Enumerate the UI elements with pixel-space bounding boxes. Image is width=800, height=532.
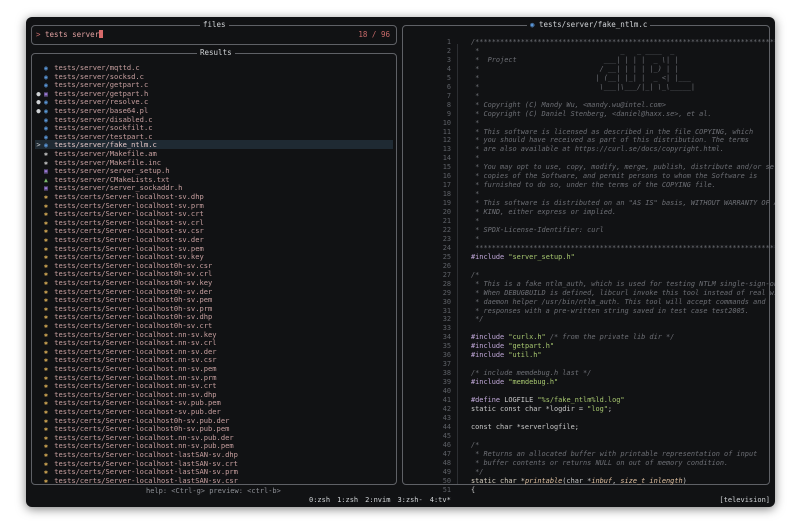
tmux-window-tab[interactable]: 0:zsh bbox=[309, 496, 330, 504]
result-path: tests/certs/Server-localhost-lastSAN-sv.… bbox=[50, 475, 238, 485]
preview-filename: tests/server/fake_ntlm.c bbox=[539, 20, 648, 29]
result-item[interactable]: ✱ tests/certs/Server-localhost-lastSAN-s… bbox=[35, 476, 393, 485]
prompt-symbol: > bbox=[36, 30, 41, 39]
match-count: 18 / 96 bbox=[358, 30, 390, 39]
tmux-window-tab[interactable]: 1:zsh bbox=[337, 496, 358, 504]
search-pane[interactable]: files > tests server 18 / 96 bbox=[31, 20, 397, 45]
tmux-window-tab[interactable]: 4:tv* bbox=[430, 496, 451, 504]
preview-pane: ◉ tests/server/fake_ntlm.c 1/***********… bbox=[402, 20, 775, 494]
c-file-icon: ◉ bbox=[530, 20, 535, 29]
search-input[interactable]: tests server bbox=[45, 30, 99, 39]
cert-file-icon: ✱ bbox=[44, 476, 48, 485]
tmux-window-tab[interactable]: 2:nvim bbox=[365, 496, 390, 504]
window-tabs: 0:zsh 1:zsh 2:nvim 3:zsh- 4:tv* bbox=[309, 496, 458, 504]
tmux-window-tab[interactable]: 3:zsh- bbox=[397, 496, 422, 504]
search-prompt[interactable]: > tests server bbox=[36, 30, 104, 39]
text-cursor bbox=[99, 30, 104, 38]
tmux-statusbar: help: <Ctrl-g> preview: <ctrl-b> 0:zsh 1:… bbox=[26, 487, 775, 507]
help-hint: help: <Ctrl-g> preview: <ctrl-b> bbox=[146, 487, 281, 495]
search-pane-title: files bbox=[200, 20, 229, 30]
session-tag: [television] bbox=[719, 496, 770, 504]
preview-pane-title: ◉ tests/server/fake_ntlm.c bbox=[527, 20, 651, 30]
terminal-window: files > tests server 18 / 96 Results ◉ t… bbox=[26, 17, 775, 507]
results-pane: Results ◉ tests/server/mqttd.c ◉ tests/se… bbox=[31, 48, 397, 485]
results-pane-title: Results bbox=[197, 48, 235, 58]
